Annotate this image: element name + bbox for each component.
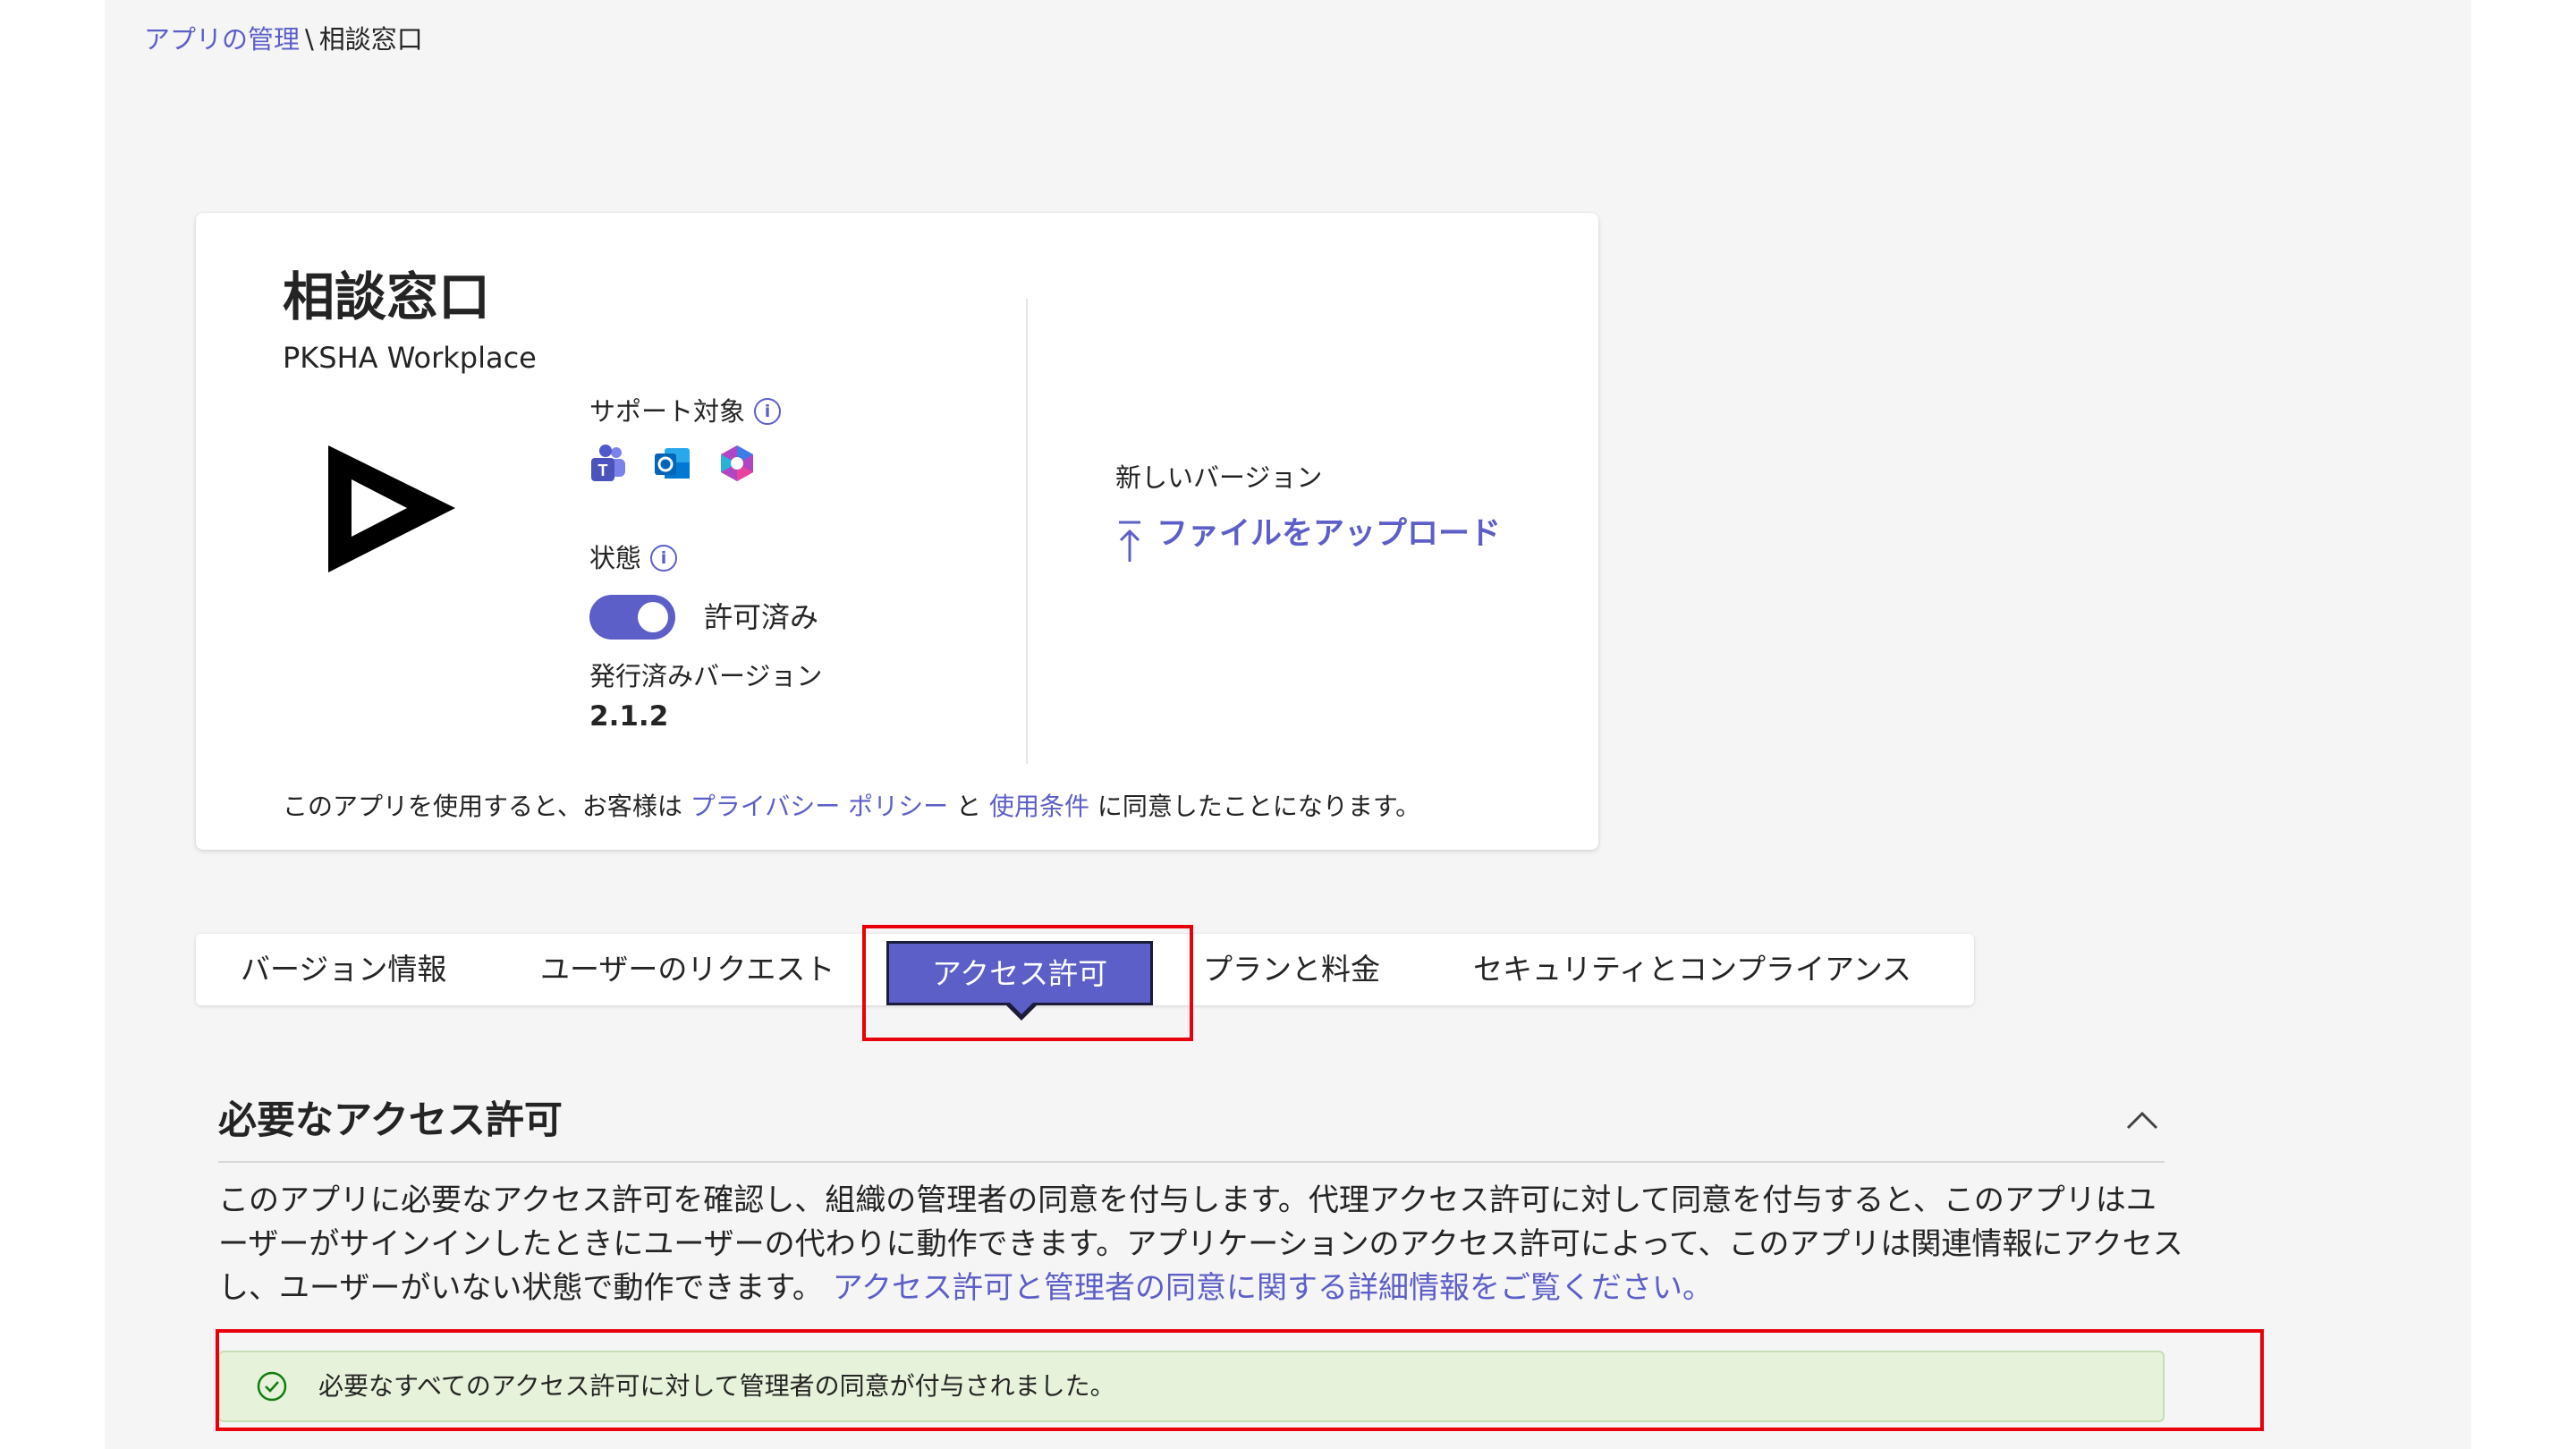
status-toggle[interactable] xyxy=(589,595,675,640)
highlight-box-permissions-tab xyxy=(862,925,1193,1041)
published-version-label: 発行済みバージョン xyxy=(589,661,823,691)
section-divider xyxy=(218,1161,2165,1163)
terms-of-use-link[interactable]: 使用条件 xyxy=(989,792,1089,821)
status-label-text: 状態 xyxy=(589,543,642,573)
tab-plans-pricing[interactable]: プランと料金 xyxy=(1203,934,1380,1005)
breadcrumb-manage-apps-link[interactable]: アプリの管理 xyxy=(144,24,300,55)
chevron-up-icon[interactable] xyxy=(2123,1101,2162,1137)
tab-user-requests[interactable]: ユーザーのリクエスト xyxy=(540,934,835,1005)
privacy-policy-link[interactable]: プライバシー ポリシー xyxy=(691,792,948,821)
breadcrumb: アプリの管理 \ 相談窓口 xyxy=(144,23,423,55)
published-version-value: 2.1.2 xyxy=(589,700,669,733)
learn-more-link[interactable]: アクセス許可と管理者の同意に関する詳細情報をご覧ください。 xyxy=(833,1270,1713,1306)
info-icon[interactable]: i xyxy=(754,398,782,425)
status-label: 状態 i xyxy=(589,542,678,574)
app-summary-card: 相談窓口 PKSHA Workplace サポート対象 i T 状態 i 許可済… xyxy=(196,213,1598,850)
breadcrumb-current: 相談窓口 xyxy=(318,24,423,55)
microsoft-365-icon xyxy=(721,445,753,481)
card-divider xyxy=(1026,299,1028,764)
new-version-label: 新しいバージョン xyxy=(1115,462,1323,493)
app-logo-icon xyxy=(328,445,455,572)
app-publisher: PKSHA Workplace xyxy=(283,341,537,375)
supported-platforms-label: サポート対象 i xyxy=(589,395,782,428)
tab-version-info[interactable]: バージョン情報 xyxy=(241,934,446,1005)
highlight-box-success-banner xyxy=(216,1329,2264,1431)
status-value: 許可済み xyxy=(704,600,819,634)
consent-suffix: に同意したことになります。 xyxy=(1097,792,1421,821)
outlook-icon xyxy=(655,448,690,479)
consent-text: このアプリを使用すると、お客様は プライバシー ポリシー と 使用条件 に同意し… xyxy=(283,791,1420,823)
consent-prefix: このアプリを使用すると、お客様は xyxy=(283,792,682,821)
upload-file-label: ファイルをアップロード xyxy=(1157,516,1502,552)
supported-platforms-text: サポート対象 xyxy=(589,396,746,427)
breadcrumb-separator: \ xyxy=(305,24,314,55)
upload-file-button[interactable]: ファイルをアップロード xyxy=(1115,513,1514,581)
info-icon[interactable]: i xyxy=(650,545,678,572)
svg-text:T: T xyxy=(598,462,608,479)
teams-icon: T xyxy=(591,445,625,481)
tab-security-compliance[interactable]: セキュリティとコンプライアンス xyxy=(1473,934,1911,1005)
platform-icons: T xyxy=(588,443,758,484)
required-permissions-title: 必要なアクセス許可 xyxy=(218,1098,563,1143)
consent-and: と xyxy=(956,792,982,821)
toggle-knob xyxy=(638,602,668,632)
permissions-description: このアプリに必要なアクセス許可を確認し、組織の管理者の同意を付与します。代理アク… xyxy=(218,1179,2186,1310)
app-title: 相談窓口 xyxy=(283,267,491,327)
upload-icon xyxy=(1119,521,1140,562)
admin-page: アプリの管理 \ 相談窓口 相談窓口 PKSHA Workplace サポート対象 … xyxy=(105,0,2471,1449)
